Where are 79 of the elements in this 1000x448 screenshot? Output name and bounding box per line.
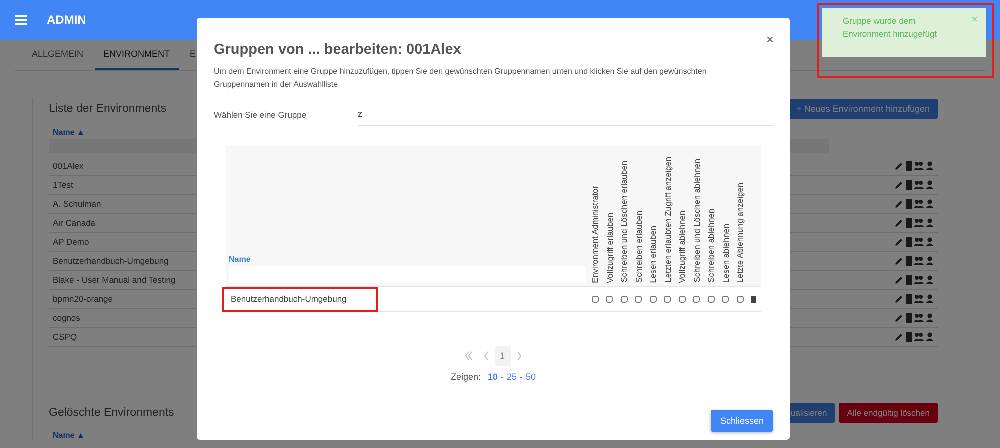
group-icon[interactable]	[914, 237, 924, 247]
field-label: Wählen Sie eine Gruppe	[214, 110, 308, 122]
page-size-link[interactable]: 10	[488, 372, 498, 382]
column-header: Letzte Ablehnung anzeigen	[735, 182, 746, 283]
action-button[interactable]: Alle endgültig löschen	[839, 403, 938, 423]
group-icon[interactable]	[914, 218, 924, 228]
group-icon[interactable]	[914, 161, 924, 171]
action-button[interactable]: ualisieren	[788, 403, 836, 423]
permission-checkbox[interactable]	[708, 296, 715, 302]
column-header: Schreiben und Löschen ablehnen	[692, 159, 702, 283]
person-icon[interactable]	[926, 218, 934, 228]
environment-name: Air Canada	[53, 218, 96, 228]
permission-checkbox[interactable]	[620, 296, 628, 302]
group-icon[interactable]	[914, 275, 924, 285]
permission-checkbox[interactable]	[678, 296, 686, 302]
environment-name: 001Alex	[53, 161, 84, 171]
column-header: Schreiben erlauben	[634, 211, 644, 283]
column-header: Schreiben ablehnen	[706, 209, 716, 283]
group-icon[interactable]	[914, 332, 924, 342]
page-size-label: Zeigen:	[450, 372, 481, 382]
add-environment-button[interactable]: + Neues Environment hinzufügen	[788, 99, 938, 119]
person-icon[interactable]	[926, 256, 934, 266]
group-icon[interactable]	[914, 313, 924, 323]
permission-checkbox[interactable]	[635, 296, 642, 302]
column-header: Letzten erlaubten Zugriff anzeigen	[662, 157, 673, 283]
permission-checkbox[interactable]	[722, 296, 730, 302]
environment-name: A. Schulman	[53, 199, 102, 209]
environment-name: AP Demo	[53, 237, 90, 247]
tab[interactable]: E	[181, 40, 206, 70]
person-icon[interactable]	[926, 161, 934, 171]
close-dialog-button[interactable]: Schliessen	[711, 410, 773, 432]
app-title: ADMIN	[47, 13, 86, 27]
environment-name: 1Test	[53, 180, 74, 190]
permission-checkbox[interactable]	[693, 296, 700, 302]
permission-checkbox[interactable]	[736, 296, 744, 302]
person-icon[interactable]	[926, 294, 934, 304]
dialog-title: Gruppen von ... bearbeiten: 001Alex	[214, 42, 462, 58]
group-icon[interactable]	[914, 180, 924, 190]
environment-name: Blake - User Manual and Testing	[53, 275, 176, 285]
environment-name: CSPQ	[53, 332, 78, 342]
dialog-description: Um dem Environment eine Gruppe hinzuzufügen, tippen Sie den gewünschten Gruppennamen unten und klicken Sie auf den gewünschten Gruppennamen in der Auswahlliste	[214, 66, 708, 91]
group-icon[interactable]	[914, 199, 924, 209]
column-header: Lesen erlauben	[648, 226, 658, 283]
menu-icon[interactable]	[15, 15, 27, 25]
person-icon[interactable]	[926, 275, 934, 285]
separator: -	[520, 372, 524, 382]
column-header[interactable]: Name	[229, 255, 588, 264]
permission-checkbox[interactable]	[592, 296, 599, 302]
column-header: Vollzugriff erlauben	[604, 212, 615, 283]
person-icon[interactable]	[926, 180, 934, 190]
environment-name: Benutzerhandbuch-Umgebung	[53, 256, 169, 266]
group-name[interactable]: Benutzerhandbuch-Umgebung	[226, 294, 588, 304]
toast-message: Gruppe wurde dem Environment hinzugefügt	[843, 15, 938, 41]
person-icon[interactable]	[926, 237, 934, 247]
permission-checkbox[interactable]	[606, 296, 614, 302]
column-header: Environment Administrator	[590, 186, 600, 283]
permission-checkbox[interactable]	[650, 296, 657, 302]
column-header: Lesen ablehnen	[720, 224, 731, 283]
column-header: Vollzugriff ablehnen	[677, 210, 688, 283]
person-icon[interactable]	[926, 199, 934, 209]
person-icon[interactable]	[926, 332, 934, 342]
environment-name: bpmn20-orange	[53, 294, 114, 304]
tab[interactable]: ALLGEMEIN	[23, 40, 93, 70]
page-size-link[interactable]: 50	[526, 372, 536, 382]
column-header: Schreiben und Löschen erlauben	[619, 161, 630, 283]
trash-icon[interactable]	[750, 296, 756, 302]
page-size-link[interactable]: 25	[507, 372, 518, 382]
section-title: Gelöschte Environments	[49, 407, 174, 419]
group-icon[interactable]	[914, 294, 924, 304]
page-button[interactable]: 1	[494, 346, 510, 366]
environment-name: cognos	[53, 313, 80, 323]
group-icon[interactable]	[914, 256, 924, 266]
section-title: Liste der Environments	[49, 103, 167, 115]
tab[interactable]: ENVIRONMENT	[94, 40, 180, 70]
permission-checkbox[interactable]	[664, 296, 672, 302]
separator: -	[501, 372, 504, 382]
close-button[interactable]: ×	[766, 32, 774, 47]
group-field[interactable]: z	[358, 109, 773, 126]
person-icon[interactable]	[926, 313, 934, 323]
